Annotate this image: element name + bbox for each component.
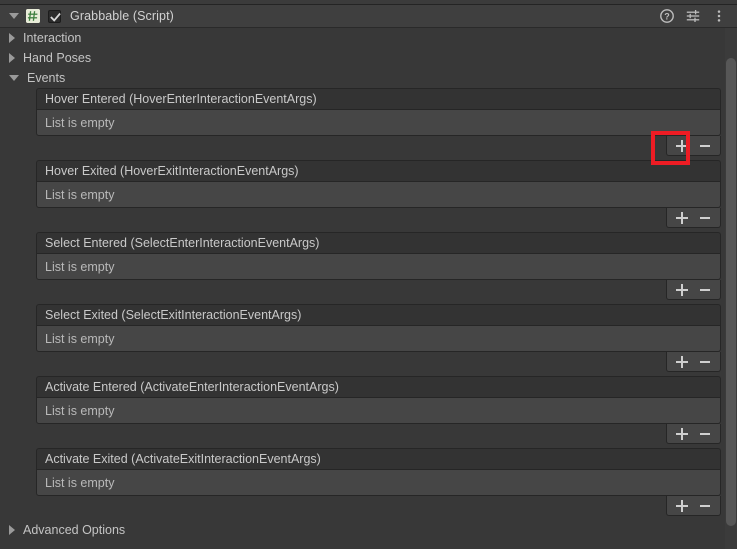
event-empty-label: List is empty — [45, 187, 115, 202]
remove-listener-button[interactable] — [698, 211, 712, 225]
add-listener-button[interactable] — [675, 211, 689, 225]
event-header-label: Hover Entered (HoverEnterInteractionEven… — [45, 92, 317, 106]
property-row-advanced-options[interactable]: Advanced Options — [0, 520, 737, 540]
help-icon[interactable]: ? — [660, 9, 674, 23]
event-empty-label: List is empty — [45, 115, 115, 130]
component-foldout-arrow-icon[interactable] — [9, 13, 19, 19]
event-empty-label: List is empty — [45, 403, 115, 418]
vertical-scrollbar-track[interactable] — [725, 28, 737, 549]
event-block-activate-entered: Activate Entered (ActivateEnterInteracti… — [36, 376, 721, 444]
event-header[interactable]: Select Exited (SelectExitInteractionEven… — [36, 304, 721, 325]
event-header[interactable]: Activate Exited (ActivateExitInteraction… — [36, 448, 721, 469]
property-label: Events — [27, 71, 66, 85]
event-header-label: Hover Exited (HoverExitInteractionEventA… — [45, 164, 299, 178]
event-list-footer — [666, 496, 721, 516]
event-header[interactable]: Activate Entered (ActivateEnterInteracti… — [36, 376, 721, 397]
component-title: Grabbable (Script) — [70, 9, 174, 23]
event-block-select-entered: Select Entered (SelectEnterInteractionEv… — [36, 232, 721, 300]
advanced-options-label: Advanced Options — [23, 523, 126, 537]
property-label: Hand Poses — [23, 51, 92, 65]
add-listener-button[interactable] — [675, 283, 689, 297]
remove-listener-button[interactable] — [698, 427, 712, 441]
remove-listener-button[interactable] — [698, 355, 712, 369]
event-header[interactable]: Hover Exited (HoverExitInteractionEventA… — [36, 160, 721, 181]
event-header-label: Activate Entered (ActivateEnterInteracti… — [45, 380, 339, 394]
event-header[interactable]: Select Entered (SelectEnterInteractionEv… — [36, 232, 721, 253]
component-header-icons: ? — [660, 9, 737, 23]
preset-icon[interactable] — [686, 9, 700, 23]
chevron-right-icon[interactable] — [9, 525, 15, 535]
event-header-label: Activate Exited (ActivateExitInteraction… — [45, 452, 321, 466]
add-listener-button[interactable] — [675, 427, 689, 441]
vertical-scrollbar-thumb[interactable] — [726, 58, 736, 526]
add-listener-button[interactable] — [675, 499, 689, 513]
event-block-hover-entered: Hover Entered (HoverEnterInteractionEven… — [36, 88, 721, 156]
property-row-hand-poses[interactable]: Hand Poses — [0, 48, 737, 68]
property-row-events[interactable]: Events — [0, 68, 737, 88]
component-header-grabbable[interactable]: Grabbable (Script) ? — [0, 5, 737, 28]
event-block-select-exited: Select Exited (SelectExitInteractionEven… — [36, 304, 721, 372]
event-list-body[interactable]: List is empty — [36, 397, 721, 424]
more-menu-icon[interactable] — [712, 9, 726, 23]
event-header[interactable]: Hover Entered (HoverEnterInteractionEven… — [36, 88, 721, 109]
event-list-body[interactable]: List is empty — [36, 109, 721, 136]
chevron-down-icon[interactable] — [9, 75, 19, 81]
remove-listener-button[interactable] — [698, 283, 712, 297]
event-empty-label: List is empty — [45, 475, 115, 490]
remove-listener-button[interactable] — [698, 139, 712, 153]
property-label: Interaction — [23, 31, 82, 45]
event-list-footer — [666, 424, 721, 444]
event-header-label: Select Exited (SelectExitInteractionEven… — [45, 308, 302, 322]
event-list-footer — [666, 280, 721, 300]
event-list-body[interactable]: List is empty — [36, 181, 721, 208]
event-header-label: Select Entered (SelectEnterInteractionEv… — [45, 236, 320, 250]
chevron-right-icon[interactable] — [9, 53, 15, 63]
add-listener-button[interactable] — [675, 355, 689, 369]
event-list-body[interactable]: List is empty — [36, 325, 721, 352]
event-list-footer — [666, 136, 721, 156]
event-list-footer — [666, 208, 721, 228]
event-list-body[interactable]: List is empty — [36, 253, 721, 280]
csharp-script-icon — [26, 9, 40, 23]
event-list-footer — [666, 352, 721, 372]
component-enabled-checkbox[interactable] — [48, 9, 61, 23]
event-block-activate-exited: Activate Exited (ActivateExitInteraction… — [36, 448, 721, 516]
remove-listener-button[interactable] — [698, 499, 712, 513]
event-list-body[interactable]: List is empty — [36, 469, 721, 496]
property-row-interaction[interactable]: Interaction — [0, 28, 737, 48]
event-block-hover-exited: Hover Exited (HoverExitInteractionEventA… — [36, 160, 721, 228]
svg-text:?: ? — [664, 11, 670, 21]
event-empty-label: List is empty — [45, 259, 115, 274]
event-empty-label: List is empty — [45, 331, 115, 346]
chevron-right-icon[interactable] — [9, 33, 15, 43]
add-listener-button[interactable] — [675, 139, 689, 153]
inspector-panel: Grabbable (Script) ? Interaction Hand Po… — [0, 0, 737, 549]
